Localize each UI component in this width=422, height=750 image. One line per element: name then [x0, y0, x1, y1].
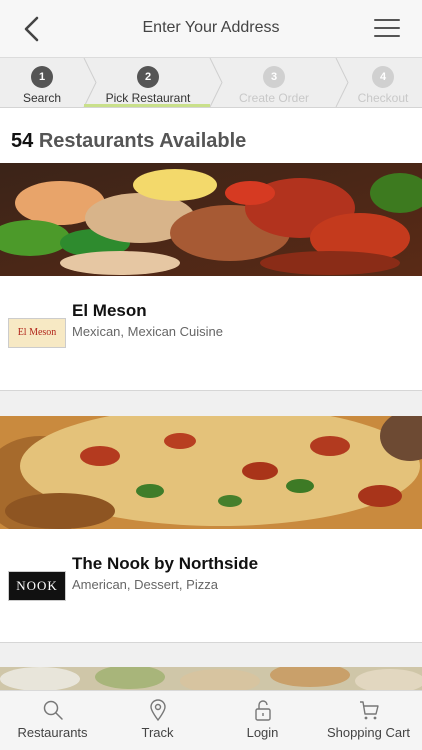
tab-shopping-cart[interactable]: Shopping Cart	[315, 691, 422, 750]
tab-restaurants[interactable]: Restaurants	[0, 691, 105, 750]
step-divider-icon	[83, 58, 97, 107]
map-pin-icon	[149, 699, 166, 721]
tab-label: Track	[141, 725, 174, 740]
restaurant-card-el-meson[interactable]: El Meson El Meson Mexican, Mexican Cuisi…	[0, 163, 422, 415]
step-number: 4	[372, 66, 394, 88]
restaurants-count-heading: 54 Restaurants Available	[11, 130, 246, 153]
step-search[interactable]: 1 Search	[0, 58, 84, 107]
search-icon	[43, 700, 63, 720]
restaurant-cuisines: Mexican, Mexican Cuisine	[72, 324, 224, 339]
step-divider-icon	[209, 58, 223, 107]
restaurant-logo: El Meson	[8, 318, 66, 348]
step-divider-icon	[335, 58, 349, 107]
restaurant-info[interactable]: NOOK The Nook by Northside American, Des…	[0, 529, 422, 641]
pizza-photo[interactable]	[0, 416, 422, 529]
tab-label: Restaurants	[17, 725, 88, 740]
restaurant-info[interactable]: El Meson El Meson Mexican, Mexican Cuisi…	[0, 276, 422, 388]
tab-label: Shopping Cart	[326, 725, 411, 740]
step-number: 1	[31, 66, 53, 88]
tab-label: Login	[246, 725, 279, 740]
fajitas-photo[interactable]	[0, 163, 422, 276]
step-pick-restaurant[interactable]: 2 Pick Restaurant	[98, 58, 198, 107]
restaurant-photo[interactable]	[0, 667, 422, 690]
step-checkout[interactable]: 4 Checkout	[350, 58, 416, 107]
menu-line	[374, 35, 400, 37]
active-step-indicator	[84, 104, 210, 107]
app-header: Enter Your Address	[0, 0, 422, 58]
step-label: Create Order	[238, 91, 310, 105]
lock-icon	[254, 700, 271, 721]
step-label: Pick Restaurant	[105, 91, 191, 105]
restaurant-name[interactable]: The Nook by Northside	[72, 554, 258, 574]
tab-track[interactable]: Track	[105, 691, 210, 750]
restaurant-cuisines: American, Dessert, Pizza	[72, 577, 218, 592]
restaurants-count: 54	[11, 130, 34, 152]
step-label: Search	[22, 91, 62, 105]
step-label: Checkout	[357, 91, 409, 105]
restaurants-count-label: Restaurants Available	[38, 130, 247, 152]
card-separator	[0, 390, 422, 416]
step-number: 3	[263, 66, 285, 88]
logo-text: El Meson	[17, 327, 57, 338]
logo-text: NOOK	[16, 578, 58, 593]
bottom-tab-bar: Restaurants Track Login Shopping Cart	[0, 690, 422, 750]
step-create-order[interactable]: 3 Create Order	[224, 58, 324, 107]
order-steps: 1 Search 2 Pick Restaurant 3 Create Orde…	[0, 58, 422, 108]
page-title: Enter Your Address	[142, 19, 280, 36]
hamburger-menu-button[interactable]	[374, 19, 400, 39]
restaurant-card-partial[interactable]	[0, 667, 422, 690]
step-number: 2	[137, 66, 159, 88]
menu-line	[374, 19, 400, 21]
restaurant-name[interactable]: El Meson	[72, 301, 147, 321]
menu-line	[374, 27, 400, 29]
tab-login[interactable]: Login	[210, 691, 315, 750]
card-separator	[0, 642, 422, 668]
restaurant-card-the-nook[interactable]: NOOK The Nook by Northside American, Des…	[0, 416, 422, 644]
cart-icon	[359, 701, 379, 720]
restaurant-logo: NOOK	[8, 571, 66, 601]
